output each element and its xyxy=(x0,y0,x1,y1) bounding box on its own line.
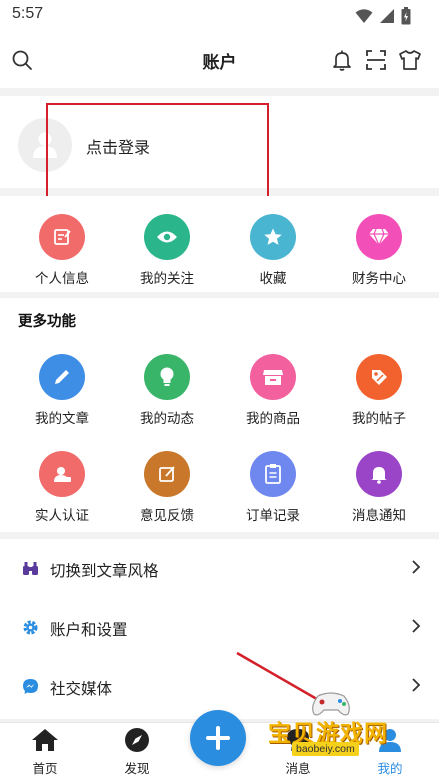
status-icons xyxy=(355,7,411,25)
chevron-right-icon xyxy=(412,678,421,692)
quick-item-label: 收藏 xyxy=(259,271,287,287)
pen-icon xyxy=(39,354,85,400)
add-button[interactable] xyxy=(190,710,246,766)
lightbulb-icon xyxy=(144,354,190,400)
more-feedback[interactable]: 意见反馈 xyxy=(112,451,222,524)
more-my-products[interactable]: 我的商品 xyxy=(218,354,328,427)
tab-label: 首页 xyxy=(32,761,58,776)
more-real-name-verification[interactable]: 实人认证 xyxy=(7,451,117,524)
scan-icon[interactable] xyxy=(364,48,388,72)
tag-icon xyxy=(356,354,402,400)
tab-label: 我的 xyxy=(377,761,403,776)
more-item-label: 意见反馈 xyxy=(140,508,194,524)
quick-personal-info[interactable]: 个人信息 xyxy=(7,214,117,287)
bell-icon xyxy=(356,451,402,497)
quick-item-label: 财务中心 xyxy=(352,271,406,287)
plus-icon xyxy=(206,726,230,750)
chevron-right-icon xyxy=(412,619,421,633)
app-header: 账户 xyxy=(0,32,439,88)
more-item-label: 我的商品 xyxy=(246,411,300,427)
more-item-label: 消息通知 xyxy=(352,508,406,524)
chevron-right-icon xyxy=(412,560,421,574)
clipboard-icon xyxy=(250,451,296,497)
login-label[interactable]: 点击登录 xyxy=(86,134,150,158)
home-icon xyxy=(32,729,58,751)
store-icon xyxy=(250,354,296,400)
list-item-label: 切换到文章风格 xyxy=(50,562,159,580)
more-my-posts[interactable]: 我的帖子 xyxy=(324,354,434,427)
list-item-social-media[interactable]: 社交媒体 xyxy=(0,657,439,715)
more-my-articles[interactable]: 我的文章 xyxy=(7,354,117,427)
more-order-records[interactable]: 订单记录 xyxy=(218,451,328,524)
list-item-label: 账户和设置 xyxy=(50,621,128,639)
compass-icon xyxy=(125,728,149,752)
binoculars-icon xyxy=(23,562,38,575)
more-item-label: 实人认证 xyxy=(35,508,89,524)
tab-home[interactable]: 首页 xyxy=(15,727,75,777)
tshirt-icon[interactable] xyxy=(398,48,422,72)
more-item-label: 我的文章 xyxy=(35,411,89,427)
wifi-icon xyxy=(355,9,373,23)
tab-discover[interactable]: 发现 xyxy=(107,727,167,777)
status-time: 5:57 xyxy=(12,5,44,22)
feedback-icon xyxy=(144,451,190,497)
more-item-label: 我的动态 xyxy=(140,411,194,427)
section-title: 更多功能 xyxy=(18,314,76,330)
id-card-icon xyxy=(39,451,85,497)
edit-icon xyxy=(39,214,85,260)
quick-following[interactable]: 我的关注 xyxy=(112,214,222,287)
chat-icon xyxy=(287,729,309,751)
more-functions-section: 更多功能 我的文章 我的动态 我的商品 我的帖子 实人认证 意见反馈 订单记录 … xyxy=(0,298,439,532)
battery-icon xyxy=(401,7,411,25)
settings-list: 切换到文章风格 账户和设置 社交媒体 xyxy=(0,539,439,719)
list-item-account-settings[interactable]: 账户和设置 xyxy=(0,598,439,656)
gear-icon xyxy=(23,620,38,635)
login-card[interactable]: 点击登录 xyxy=(0,96,439,188)
list-item-label: 社交媒体 xyxy=(50,680,113,698)
star-icon xyxy=(250,214,296,260)
tab-label: 发现 xyxy=(124,761,150,776)
list-item-switch-article-style[interactable]: 切换到文章风格 xyxy=(0,539,439,597)
diamond-icon xyxy=(356,214,402,260)
more-item-label: 我的帖子 xyxy=(352,411,406,427)
avatar[interactable] xyxy=(18,118,72,172)
status-bar: 5:57 xyxy=(0,0,439,32)
user-icon xyxy=(379,729,401,752)
tab-label: 消息 xyxy=(285,761,311,776)
messenger-icon xyxy=(23,679,38,694)
quick-item-label: 个人信息 xyxy=(35,271,89,287)
quick-item-label: 我的关注 xyxy=(140,271,194,287)
more-notifications[interactable]: 消息通知 xyxy=(324,451,434,524)
tab-messages[interactable]: 消息 xyxy=(268,727,328,777)
eye-icon xyxy=(144,214,190,260)
bell-icon[interactable] xyxy=(330,48,354,72)
signal-icon xyxy=(380,9,394,23)
quick-actions: 个人信息 我的关注 收藏 财务中心 xyxy=(0,196,439,292)
avatar-placeholder-icon xyxy=(33,132,57,158)
quick-finance-center[interactable]: 财务中心 xyxy=(324,214,434,287)
quick-favorites[interactable]: 收藏 xyxy=(218,214,328,287)
more-my-activity[interactable]: 我的动态 xyxy=(112,354,222,427)
more-item-label: 订单记录 xyxy=(246,508,300,524)
tab-mine[interactable]: 我的 xyxy=(360,727,420,777)
